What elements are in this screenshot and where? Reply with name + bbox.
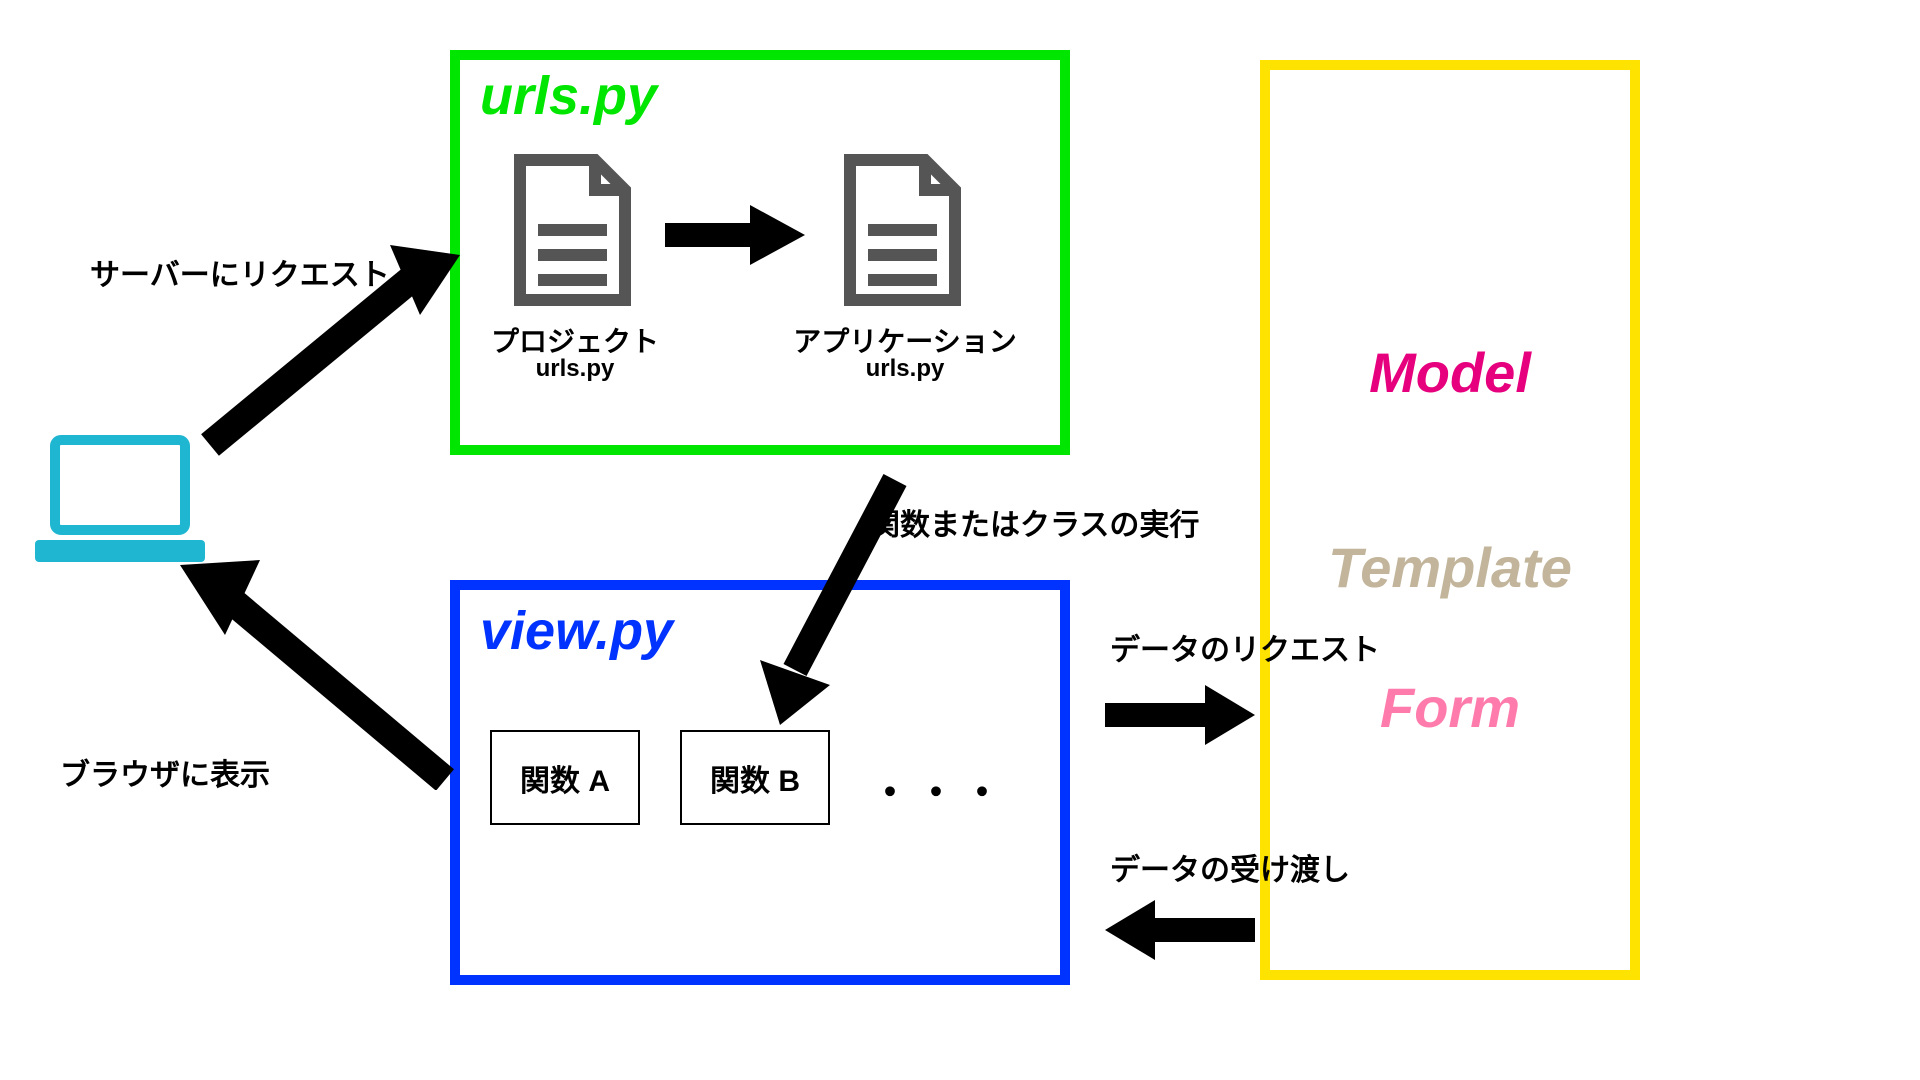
functions-ellipsis: ・・・ — [870, 760, 1008, 818]
model-label: Model — [1260, 340, 1640, 405]
urls-box-title: urls.py — [480, 65, 657, 127]
form-label: Form — [1260, 675, 1640, 740]
mtv-box — [1260, 60, 1640, 980]
project-urls-file-icon — [500, 150, 640, 310]
arrow-project-to-app — [665, 200, 805, 270]
display-label: ブラウザに表示 — [60, 750, 270, 794]
app-urls-file-icon — [830, 150, 970, 310]
project-urls-label: プロジェクト — [490, 320, 660, 360]
data-passing-label: データの受け渡し — [1110, 845, 1350, 889]
arrow-data-request — [1105, 680, 1255, 750]
function-b-box: 関数 B — [680, 730, 830, 825]
project-urls-sub: urls.py — [490, 355, 660, 383]
app-urls-sub: urls.py — [790, 355, 1020, 383]
request-label: サーバーにリクエスト — [90, 250, 390, 294]
app-urls-label: アプリケーション — [790, 320, 1020, 360]
data-request-label: データのリクエスト — [1110, 625, 1380, 669]
view-box-title: view.py — [480, 600, 673, 662]
function-a-box: 関数 A — [490, 730, 640, 825]
template-label: Template — [1260, 535, 1640, 600]
arrow-data-passing — [1105, 895, 1255, 965]
exec-label: 関数またはクラスの実行 — [870, 500, 1199, 544]
